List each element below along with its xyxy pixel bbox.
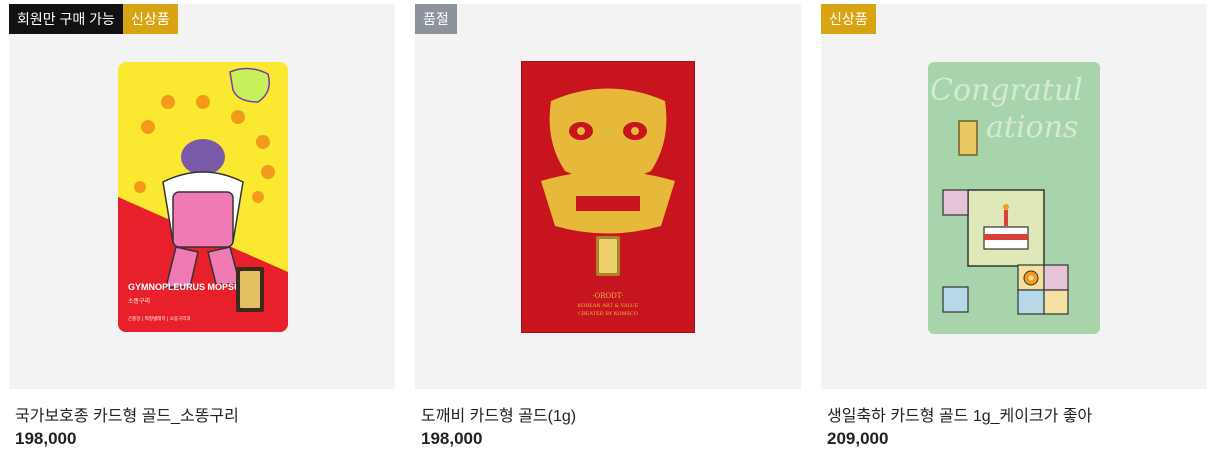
svg-text:KOREAN ART & VALUE: KOREAN ART & VALUE xyxy=(578,303,639,309)
product-grid: 회원만 구매 가능 신상품 GYMNOPLEURUS MOPSUS 소똥구리 곤… xyxy=(9,4,1207,453)
product-thumbnail[interactable]: 회원만 구매 가능 신상품 GYMNOPLEURUS MOPSUS 소똥구리 곤… xyxy=(9,4,395,389)
svg-text:CREATED BY KOMSCO: CREATED BY KOMSCO xyxy=(578,311,638,317)
svg-text:소똥구리: 소똥구리 xyxy=(128,297,150,305)
badge-group: 품절 xyxy=(415,4,457,34)
svg-text:GYMNOPLEURUS MOPSUS: GYMNOPLEURUS MOPSUS xyxy=(128,282,247,292)
birthday-card-image: Congratul ations xyxy=(928,62,1100,334)
svg-text:Congratul: Congratul xyxy=(930,73,1083,108)
product-card-dung-beetle[interactable]: 회원만 구매 가능 신상품 GYMNOPLEURUS MOPSUS 소똥구리 곤… xyxy=(9,4,395,453)
dokkaebi-card-image: ·ORODT· KOREAN ART & VALUE CREATED BY KO… xyxy=(521,61,695,333)
product-thumbnail[interactable]: 신상품 Congratul ations xyxy=(821,4,1207,389)
product-thumbnail[interactable]: 품절 ·ORODT· KOREAN ART & VALUE CREATED BY… xyxy=(415,4,801,389)
product-title[interactable]: 생일축하 카드형 골드 1g_케이크가 좋아 xyxy=(827,402,1092,426)
badge-group: 회원만 구매 가능 신상품 xyxy=(9,4,178,34)
dung-beetle-card-image: GYMNOPLEURUS MOPSUS 소똥구리 곤충강 | 딱정벌레목 | 소… xyxy=(118,62,288,332)
product-price: 198,000 xyxy=(15,429,77,448)
svg-text:곤충강 | 딱정벌레목 | 소똥구리과: 곤충강 | 딱정벌레목 | 소똥구리과 xyxy=(128,315,191,322)
new-product-badge: 신상품 xyxy=(122,4,178,34)
svg-text:·ORODT·: ·ORODT· xyxy=(592,292,623,300)
product-price: 198,000 xyxy=(421,429,483,448)
svg-text:ations: ations xyxy=(986,110,1078,145)
badge-group: 신상품 xyxy=(821,4,876,34)
product-title[interactable]: 도깨비 카드형 골드(1g) xyxy=(421,402,576,426)
product-price: 209,000 xyxy=(827,429,889,448)
product-card-dokkaebi[interactable]: 품절 ·ORODT· KOREAN ART & VALUE CREATED BY… xyxy=(415,4,801,453)
new-product-badge: 신상품 xyxy=(821,4,876,34)
product-title[interactable]: 국가보호종 카드형 골드_소똥구리 xyxy=(15,402,239,426)
sold-out-badge: 품절 xyxy=(415,4,457,34)
members-only-badge: 회원만 구매 가능 xyxy=(9,4,123,34)
product-card-birthday-cake[interactable]: 신상품 Congratul ations 생일축하 카드형 골드 1g_케이크가… xyxy=(821,4,1207,453)
